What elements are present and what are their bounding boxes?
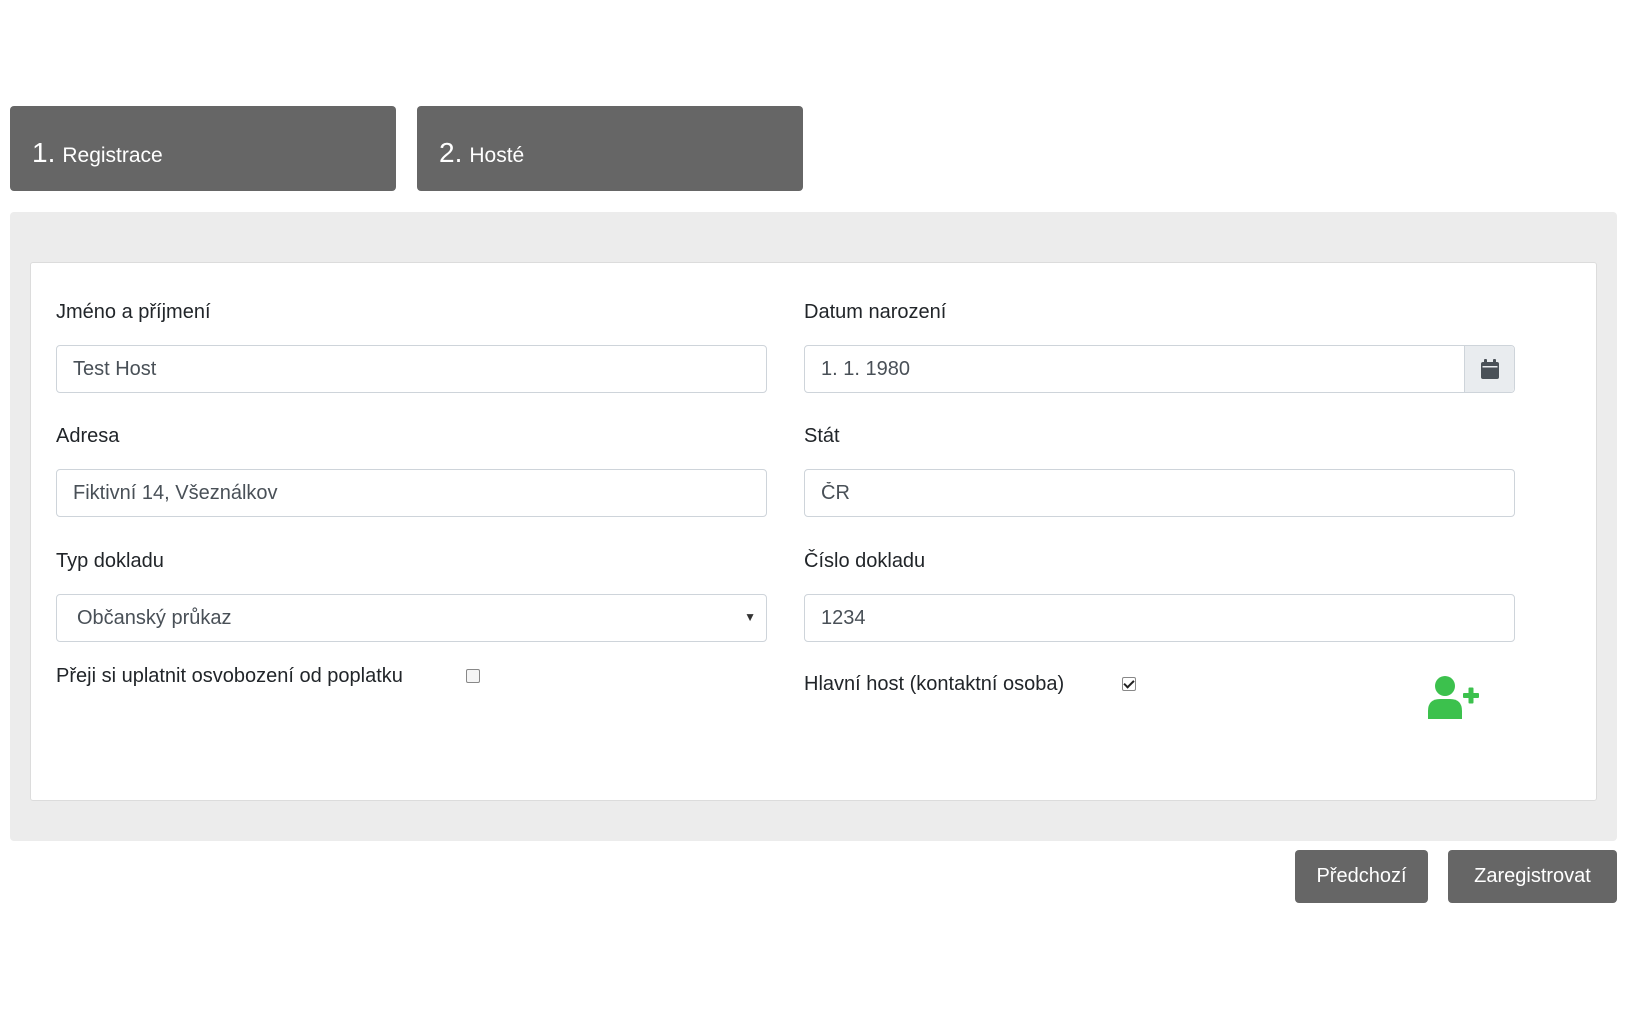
country-field[interactable] [804,469,1515,517]
step-number: 1. [32,136,56,168]
chevron-down-icon: ▼ [744,610,756,624]
birthdate-input[interactable] [821,357,1454,381]
main-guest-checkbox[interactable] [1122,677,1136,691]
country-input[interactable] [821,481,1498,505]
previous-button[interactable]: Předchozí [1295,850,1428,903]
step-label: Hosté [469,143,525,167]
fee-exemption-checkbox[interactable] [466,669,480,683]
address-input[interactable] [73,481,750,505]
address-field[interactable] [56,469,767,517]
wizard-steps: 1. Registrace 2. Hosté [10,106,803,191]
step-label: Registrace [62,143,163,167]
fee-exemption-label: Přeji si uplatnit osvobození od poplatku [56,665,403,687]
doc-number-label: Číslo dokladu [804,550,926,572]
name-label: Jméno a příjmení [56,301,211,323]
step-hoste[interactable]: 2. Hosté [417,106,803,191]
step-number: 2. [439,136,463,168]
guests-panel: Jméno a příjmení Datum narození Adresa S… [10,212,1617,841]
name-input[interactable] [73,357,750,381]
add-user-icon[interactable] [1426,675,1482,719]
birthdate-field[interactable] [804,345,1515,393]
datepicker-button[interactable] [1464,346,1514,392]
birthdate-label: Datum narození [804,301,947,323]
address-label: Adresa [56,425,120,447]
doc-type-value: Občanský průkaz [77,606,232,629]
doc-number-field[interactable] [804,594,1515,642]
guest-card: Jméno a příjmení Datum narození Adresa S… [30,262,1597,801]
doc-number-input[interactable] [821,606,1498,630]
name-field[interactable] [56,345,767,393]
doc-type-select[interactable]: Občanský průkaz ▼ [56,594,767,642]
doc-type-label: Typ dokladu [56,550,164,572]
step-registrace[interactable]: 1. Registrace [10,106,396,191]
country-label: Stát [804,425,840,447]
main-guest-label: Hlavní host (kontaktní osoba) [804,673,1065,695]
calendar-icon [1480,359,1499,379]
register-button[interactable]: Zaregistrovat [1448,850,1617,903]
